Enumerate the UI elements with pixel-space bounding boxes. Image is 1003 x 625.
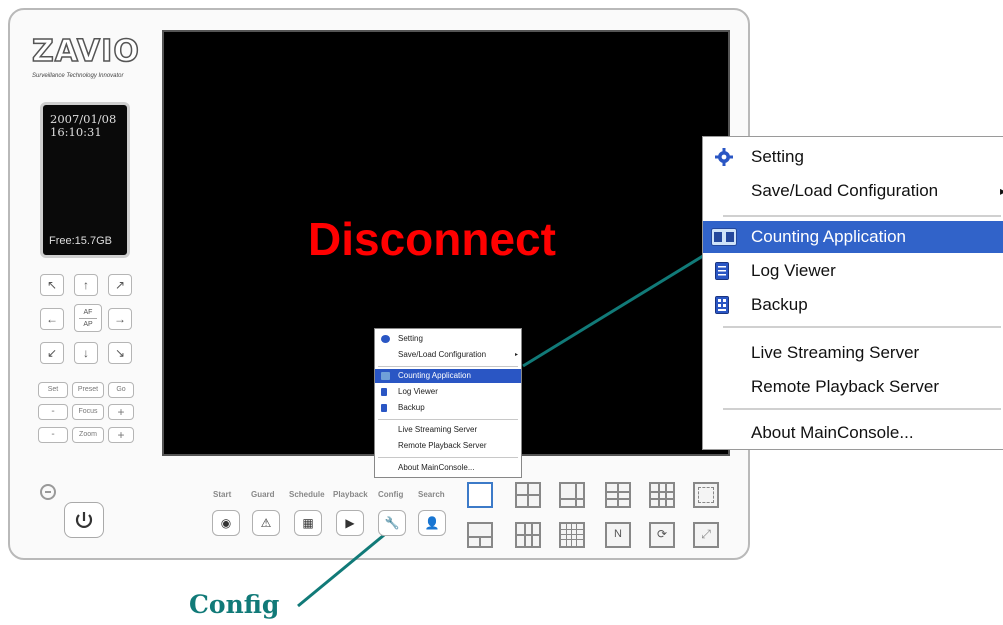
menu-separator xyxy=(723,326,1001,328)
zoom-menu-item-remote-playback[interactable]: Remote Playback Server xyxy=(703,371,1003,403)
layout-6-button[interactable] xyxy=(559,482,585,508)
layout-13-button[interactable] xyxy=(467,522,493,548)
schedule-button[interactable]: ▦ xyxy=(294,510,322,536)
backup-icon xyxy=(715,296,729,314)
gear-icon xyxy=(715,148,733,166)
start-label: Start xyxy=(213,490,232,499)
n-icon: N xyxy=(614,528,622,540)
config-label: Config xyxy=(378,490,404,499)
zoom-menu-item-label: Live Streaming Server xyxy=(751,343,920,362)
record-icon: ◉ xyxy=(220,516,232,530)
zoom-menu-item-backup[interactable]: Backup xyxy=(703,289,1003,321)
menu-separator xyxy=(723,215,1001,217)
guard-button[interactable]: ⚠ xyxy=(252,510,280,536)
layout-4-button[interactable] xyxy=(515,482,541,508)
config-caption: Config xyxy=(189,590,280,619)
search-label: Search xyxy=(418,490,445,499)
config-callout-line xyxy=(297,524,396,608)
zoom-menu-item-live-streaming[interactable]: Live Streaming Server xyxy=(703,337,1003,369)
zoom-menu-item-label: Remote Playback Server xyxy=(751,377,940,396)
layout-16-button[interactable] xyxy=(515,522,541,548)
sequence-button[interactable]: N xyxy=(605,522,631,548)
zoom-menu-item-setting[interactable]: Setting xyxy=(703,141,1003,173)
wrench-icon: 🔧 xyxy=(384,516,400,530)
zoom-menu-item-label: Backup xyxy=(751,295,808,314)
search-button[interactable]: 👤 xyxy=(418,510,446,536)
menu-callout-line xyxy=(522,246,717,368)
zoom-menu-item-label: Setting xyxy=(751,147,804,166)
schedule-label: Schedule xyxy=(289,490,325,499)
counting-icon xyxy=(711,228,737,246)
log-viewer-icon xyxy=(715,262,729,280)
zoom-menu-item-log-viewer[interactable]: Log Viewer xyxy=(703,255,1003,287)
zoom-menu-item-label: About MainConsole... xyxy=(751,423,914,442)
zoom-menu-item-label: Save/Load Configuration xyxy=(751,181,939,200)
zoomed-context-menu: Setting Save/Load Configuration ▸ Counti… xyxy=(702,136,1003,450)
fullscreen-button[interactable]: ⤢ xyxy=(693,522,719,548)
warning-icon: ⚠ xyxy=(260,516,272,530)
playback-label: Playback xyxy=(333,490,368,499)
layout-8-button[interactable] xyxy=(605,482,631,508)
layout-9-button[interactable] xyxy=(649,482,675,508)
guard-label: Guard xyxy=(251,490,275,499)
menu-separator xyxy=(723,408,1001,410)
cycle-button[interactable]: ⟳ xyxy=(649,522,675,548)
refresh-icon: ⟳ xyxy=(656,527,668,541)
layout-10-button[interactable] xyxy=(693,482,719,508)
zoom-menu-item-about[interactable]: About MainConsole... xyxy=(703,417,1003,449)
zoom-menu-item-label: Counting Application xyxy=(751,227,907,246)
layout-1-button[interactable] xyxy=(467,482,493,508)
zoom-menu-item-counting[interactable]: Counting Application xyxy=(703,221,1003,253)
config-button[interactable]: 🔧 xyxy=(378,510,406,536)
zoom-menu-item-save-load[interactable]: Save/Load Configuration ▸ xyxy=(703,175,1003,207)
search-person-icon: 👤 xyxy=(424,516,440,530)
expand-icon: ⤢ xyxy=(701,527,711,541)
zoom-menu-item-label: Log Viewer xyxy=(751,261,836,280)
playback-icon: ▶ xyxy=(345,516,355,530)
layout-25-button[interactable] xyxy=(559,522,585,548)
playback-button[interactable]: ▶ xyxy=(336,510,364,536)
schedule-icon: ▦ xyxy=(302,516,314,530)
start-button[interactable]: ◉ xyxy=(212,510,240,536)
